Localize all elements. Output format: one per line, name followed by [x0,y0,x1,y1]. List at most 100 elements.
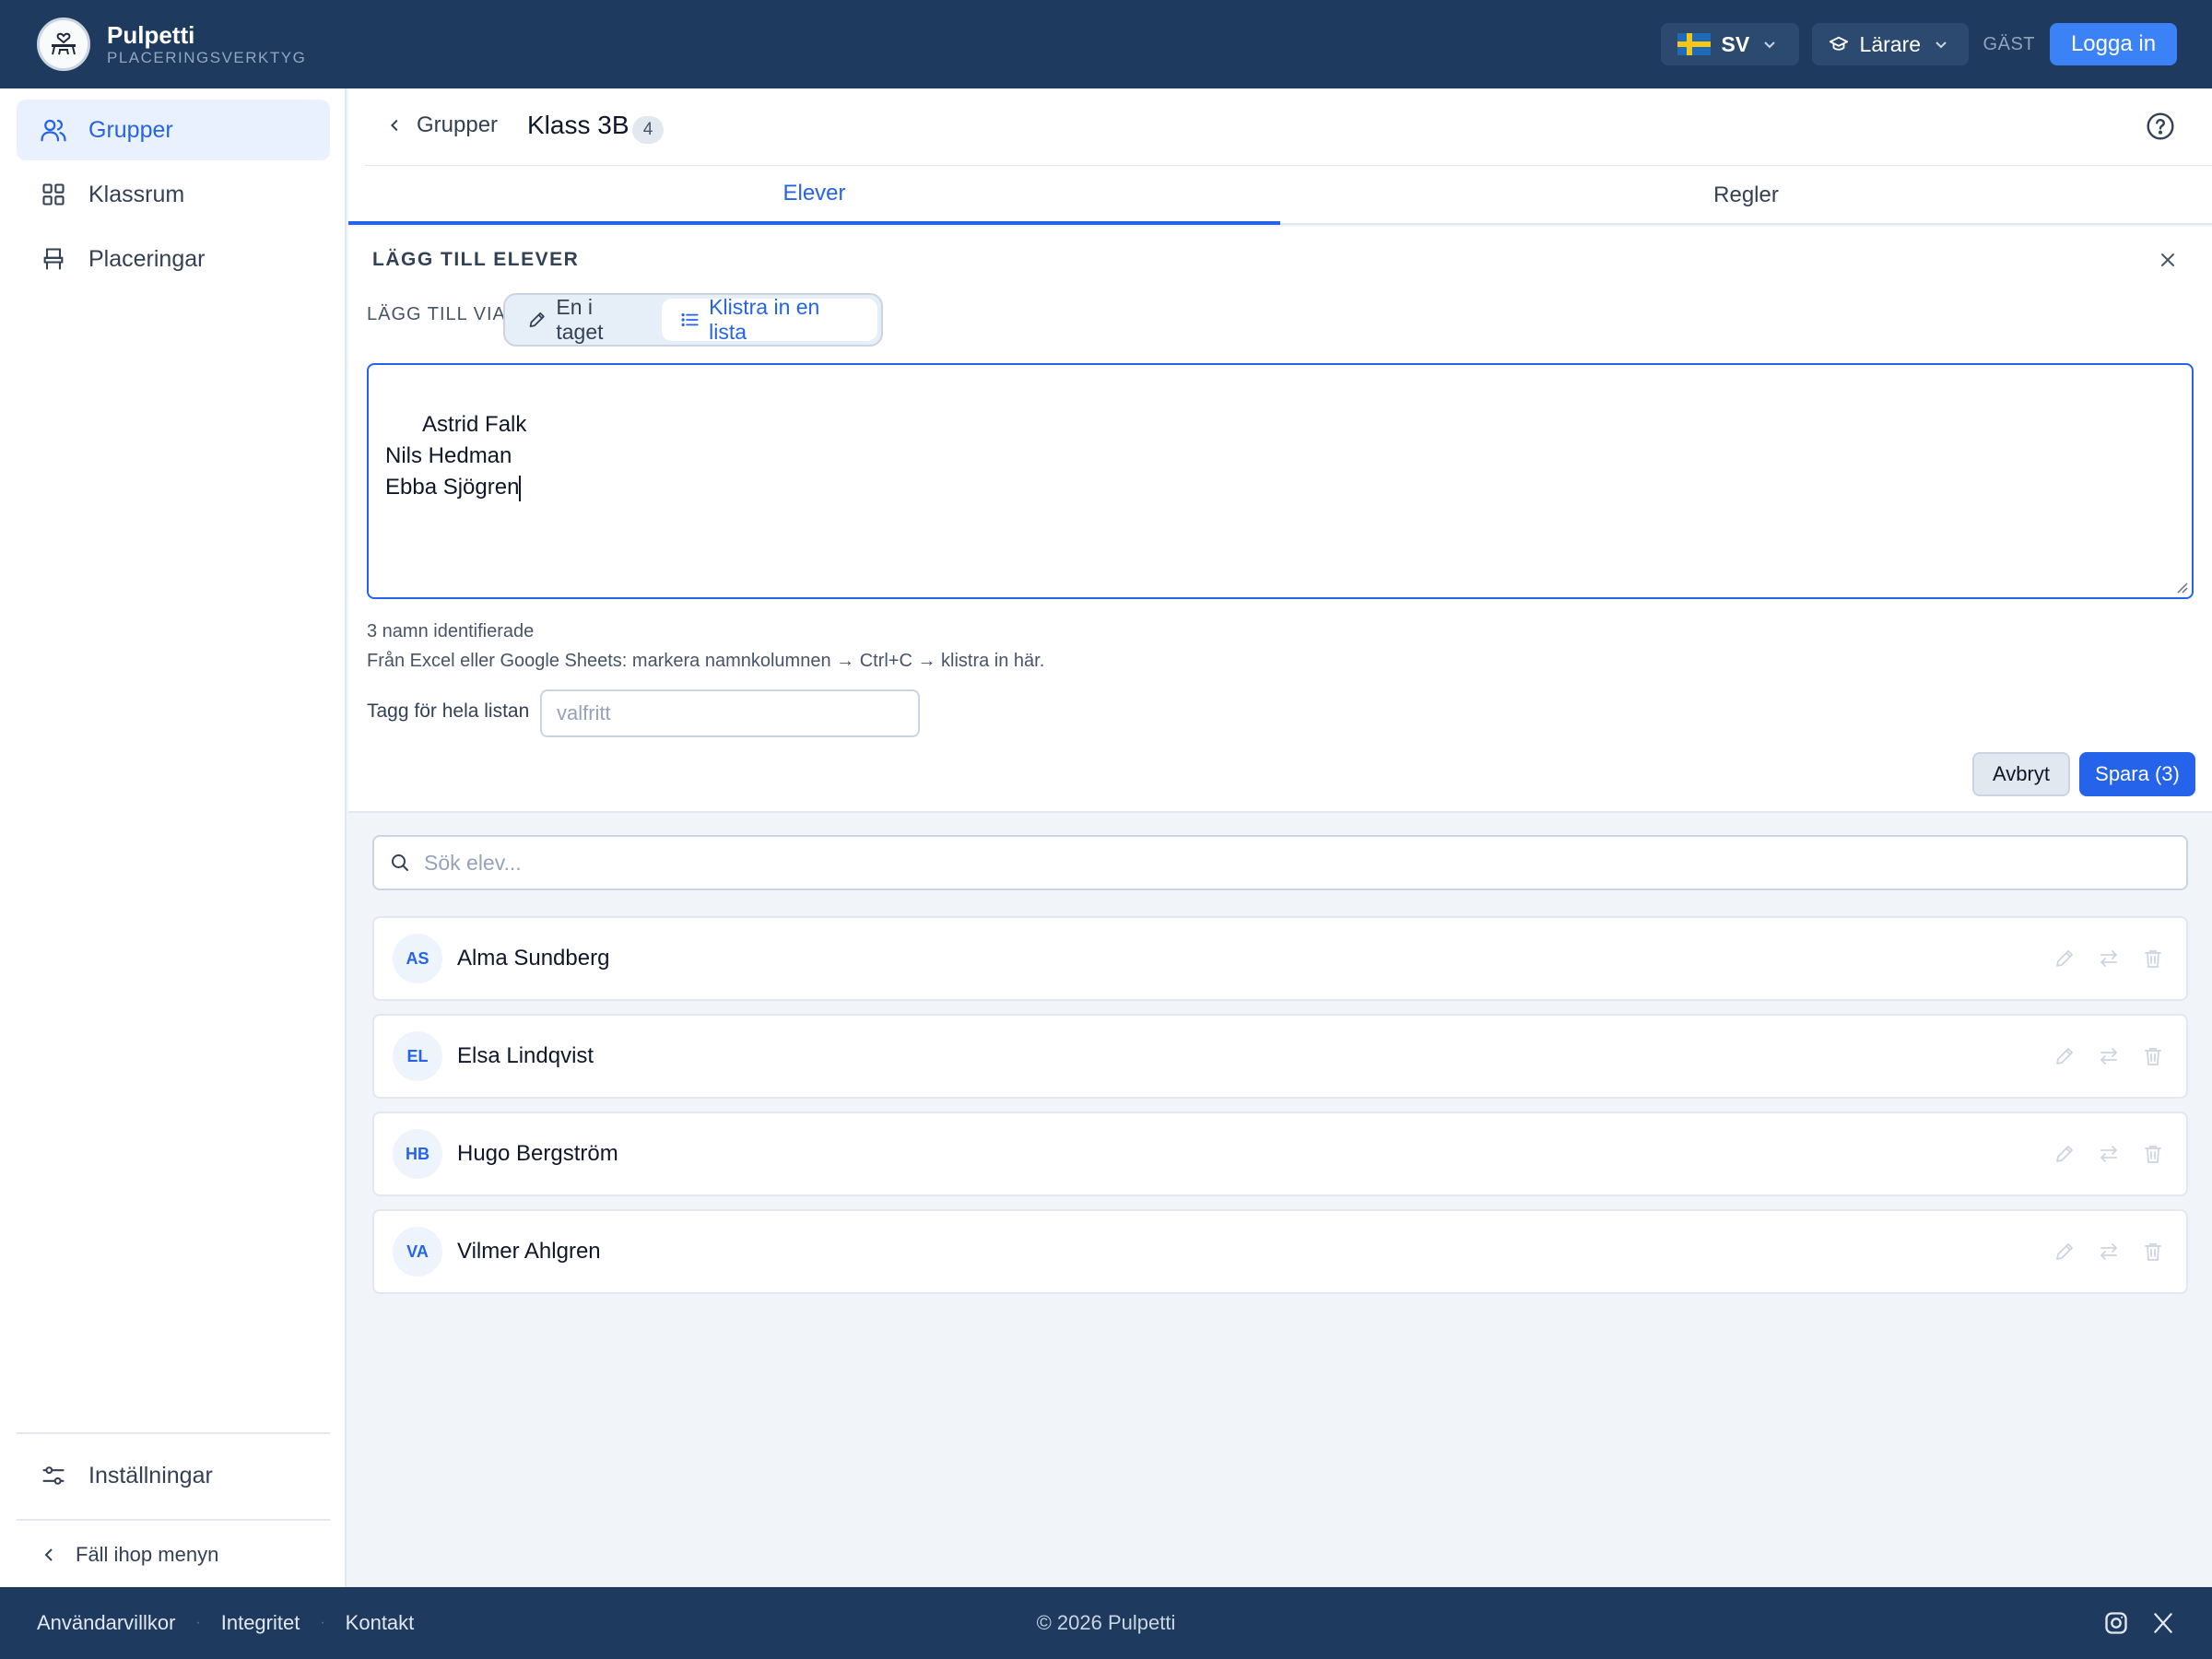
tab-elever[interactable]: Elever [348,166,1280,225]
student-name: Vilmer Ahlgren [457,1239,601,1264]
language-select[interactable]: SV [1660,23,1799,65]
terms-link[interactable]: Användarvillkor [37,1611,175,1635]
edit-icon[interactable] [2050,1237,2079,1266]
student-row[interactable]: VA Vilmer Ahlgren [372,1209,2188,1294]
brand: Pulpetti PLACERINGSVERKTYG [107,21,306,67]
footer: © 2026 Pulpetti Användarvillkor · Integr… [0,1587,2212,1659]
help-icon[interactable] [2146,112,2175,141]
sliders-icon [39,1461,68,1490]
tab-regler[interactable]: Regler [1280,166,2212,225]
mode-one-at-a-time[interactable]: En i taget [509,295,662,344]
sidebar-divider [17,1519,330,1521]
list-icon [681,313,699,326]
tag-label: Tagg för hela listan [367,700,530,722]
student-count-badge: 4 [632,116,664,144]
identified-count: 3 namn identifierade [367,621,535,641]
paste-names-value: Astrid Falk Nils Hedman Ebba Sjögren [385,412,527,500]
student-row[interactable]: HB Hugo Bergström [372,1112,2188,1196]
trash-icon[interactable] [2138,944,2168,973]
users-icon [39,115,68,145]
move-icon[interactable] [2094,1041,2124,1071]
login-button[interactable]: Logga in [2050,23,2177,65]
mode-one-label: En i taget [556,295,604,344]
avatar: HB [393,1129,442,1179]
avatar: EL [393,1031,442,1081]
add-mode-toggle: En i taget Klistra in en lista [503,293,883,347]
sidebar-item-settings[interactable]: Inställningar [17,1445,330,1506]
privacy-link[interactable]: Integritet [221,1611,300,1635]
back-to-groups-link[interactable]: Grupper [387,107,498,144]
tab-bar: Elever Regler [348,166,2212,225]
avatar: VA [393,1227,442,1277]
search-icon [392,854,408,871]
text-cursor [519,475,522,501]
add-students-panel: LÄGG TILL ELEVER LÄGG TILL VIA En i tage… [348,227,2212,813]
student-name: Hugo Bergström [457,1141,618,1166]
settings-label: Inställningar [88,1462,213,1488]
page-title: Klass 3B [527,111,629,139]
edit-icon[interactable] [2050,1041,2079,1071]
panel-title: LÄGG TILL ELEVER [372,249,580,270]
copyright: © 2026 Pulpetti [1036,1611,1176,1634]
mode-paste-label: Klistra in en lista [709,295,820,344]
cancel-button[interactable]: Avbryt [1972,752,2070,796]
app-header: Pulpetti PLACERINGSVERKTYG SV Lärare GÄS… [0,0,2212,88]
brand-name: Pulpetti [107,21,195,49]
chevron-left-icon [390,119,398,132]
student-search[interactable] [372,835,2188,890]
sidebar-item-grupper[interactable]: Grupper [17,100,330,160]
instagram-icon[interactable] [2103,1610,2129,1636]
paste-hint: Från Excel eller Google Sheets: markera … [367,651,1045,671]
back-label: Grupper [417,112,499,137]
student-name: Elsa Lindqvist [457,1043,594,1068]
chevron-down-icon [1936,41,1947,49]
contact-link[interactable]: Kontakt [346,1611,415,1635]
brand-subtitle: PLACERINGSVERKTYG [107,49,307,66]
sidebar-item-klassrum[interactable]: Klassrum [17,164,330,225]
main-content: Grupper Klass 3B 4 Elever Regler LÄGG TI… [348,88,2212,1587]
student-row[interactable]: AS Alma Sundberg [372,916,2188,1001]
search-input[interactable] [424,850,2157,876]
chevron-down-icon [1764,41,1775,49]
mode-paste-list[interactable]: Klistra in en lista [661,295,877,344]
resize-handle-icon[interactable] [2175,581,2188,594]
guest-label: GÄST [1983,33,2035,54]
sidebar-item-label: Placeringar [88,245,206,272]
move-icon[interactable] [2094,944,2124,973]
separator-dot: · [195,1615,201,1630]
sidebar-item-label: Klassrum [88,181,185,207]
student-row[interactable]: EL Elsa Lindqvist [372,1014,2188,1099]
move-icon[interactable] [2094,1237,2124,1266]
collapse-menu-link[interactable]: Fäll ihop menyn [17,1532,330,1578]
edit-icon[interactable] [2050,944,2079,973]
seat-icon [39,244,68,274]
close-icon[interactable] [2159,251,2177,269]
graduation-cap-icon [1829,36,1848,51]
pulpetti-logo[interactable] [37,18,90,71]
language-label: SV [1721,31,1750,56]
avatar: AS [393,934,442,983]
swedish-flag-icon [1677,33,1711,55]
sidebar: Grupper Klassrum Placeringar Inställning… [0,88,347,1587]
paste-names-textarea[interactable]: Astrid Falk Nils Hedman Ebba Sjögren [367,363,2194,599]
save-button[interactable]: Spara (3) [2079,752,2195,796]
student-name: Alma Sundberg [457,946,610,971]
edit-icon[interactable] [2050,1139,2079,1169]
move-icon[interactable] [2094,1139,2124,1169]
collapse-menu-label: Fäll ihop menyn [76,1543,219,1566]
role-select[interactable]: Lärare [1811,23,1969,65]
sidebar-item-placeringar[interactable]: Placeringar [17,229,330,289]
group-topbar: Grupper Klass 3B 4 [348,88,2212,167]
chevron-left-icon [44,1548,53,1561]
role-label: Lärare [1859,31,1922,56]
sidebar-item-label: Grupper [88,116,173,143]
separator-dot: · [320,1615,325,1630]
pencil-icon [529,312,545,328]
grid-icon [39,180,68,209]
x-icon[interactable] [2151,1611,2175,1635]
tag-input[interactable] [540,689,920,737]
add-via-label: LÄGG TILL VIA [367,304,506,324]
trash-icon[interactable] [2138,1237,2168,1266]
trash-icon[interactable] [2138,1041,2168,1071]
trash-icon[interactable] [2138,1139,2168,1169]
